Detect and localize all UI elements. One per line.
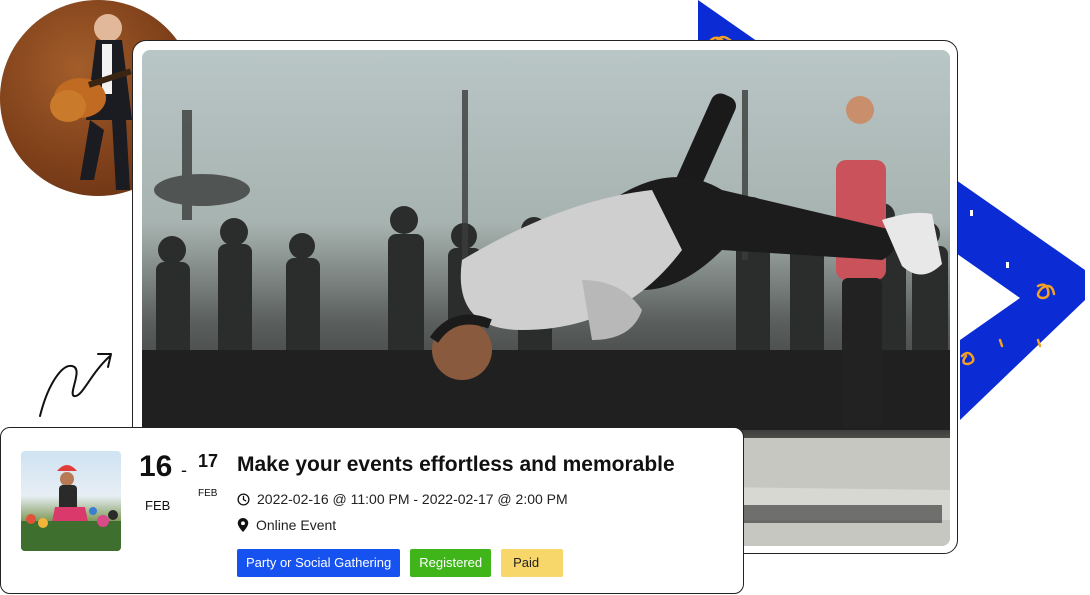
event-location-row: Online Event <box>237 517 336 533</box>
event-tags: Party or Social Gathering Registered Pai… <box>237 549 564 577</box>
tag-category[interactable]: Party or Social Gathering <box>237 549 401 577</box>
curly-arrow-icon <box>39 353 112 417</box>
event-thumbnail <box>21 451 121 551</box>
event-date: 16 FEB - 17 FEB <box>139 448 229 513</box>
event-datetime: 2022-02-16 @ 11:00 PM - 2022-02-17 @ 2:0… <box>257 491 568 507</box>
tag-registered[interactable]: Registered <box>410 549 492 577</box>
map-pin-icon <box>237 518 249 532</box>
tag-paid[interactable]: Paid <box>501 549 564 577</box>
event-title[interactable]: Make your events effortless and memorabl… <box>237 453 675 477</box>
start-month: FEB <box>145 498 171 513</box>
event-datetime-row: 2022-02-16 @ 11:00 PM - 2022-02-17 @ 2:0… <box>237 491 568 507</box>
end-day: 17 <box>198 451 219 471</box>
event-location: Online Event <box>256 517 337 533</box>
end-month: FEB <box>198 488 218 499</box>
clock-icon <box>237 492 250 506</box>
event-card[interactable]: 16 FEB - 17 FEB Make your events effortl… <box>0 427 744 594</box>
date-separator: - <box>181 460 187 480</box>
start-day: 16 <box>139 450 173 483</box>
